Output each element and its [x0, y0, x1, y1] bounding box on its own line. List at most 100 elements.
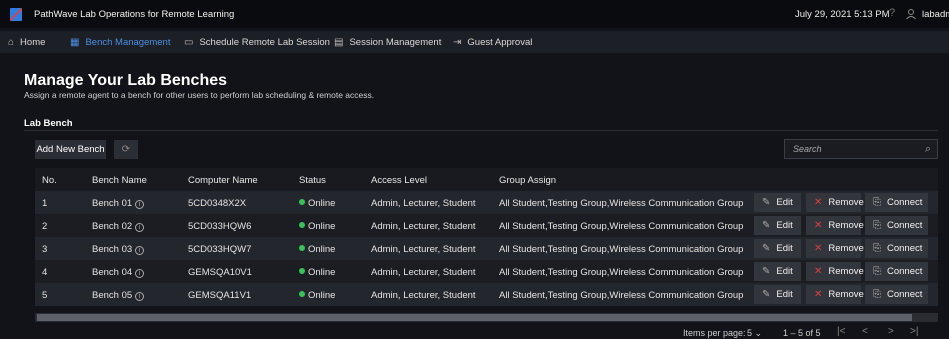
horizontal-scrollbar[interactable]	[35, 313, 938, 322]
nav-item-label: Guest Approval	[467, 36, 533, 48]
cell-access-level: Admin, Lecturer, Student	[371, 198, 476, 209]
page-range-label: 1 – 5 of 5	[783, 328, 821, 338]
cell-access-level: Admin, Lecturer, Student	[371, 267, 476, 278]
info-icon[interactable]: i	[135, 292, 145, 301]
nav-bar: ⌂ Home ▦ Bench Management ▭ Schedule Rem…	[0, 31, 949, 53]
edit-button[interactable]: ✎ Edit	[754, 239, 801, 258]
nav-item-bench-management[interactable]: ▦ Bench Management	[70, 31, 170, 53]
cell-group-assign: All Student,Testing Group,Wireless Commu…	[499, 290, 744, 301]
items-per-page-select[interactable]: 5 ⌄	[747, 328, 762, 339]
help-icon[interactable]: ?	[889, 7, 895, 19]
remove-button[interactable]: ✕ Remove	[806, 193, 864, 212]
cell-bench-name: Bench 04 i	[92, 267, 145, 278]
refresh-button[interactable]: ⟳	[114, 140, 138, 159]
user-name[interactable]: labadmin	[922, 9, 949, 20]
remove-button[interactable]: ✕ Remove	[806, 239, 864, 258]
next-page-icon[interactable]: >	[888, 326, 894, 337]
cell-status: Online	[299, 290, 335, 301]
cell-computer-name: 5CD033HQW7	[188, 244, 252, 255]
table-row: 5 Bench 05 i GEMSQA11V1 Online Admin, Lec…	[35, 283, 938, 306]
home-icon: ⌂	[8, 36, 15, 48]
session-icon: ▤	[334, 36, 344, 48]
online-status-icon	[299, 268, 305, 274]
edit-button[interactable]: ✎ Edit	[754, 193, 801, 212]
section-divider	[24, 130, 938, 131]
connect-icon: ⎘	[873, 266, 881, 277]
guest-icon: ⇥	[453, 36, 462, 48]
add-new-bench-button[interactable]: Add New Bench	[35, 140, 106, 159]
nav-item-home[interactable]: ⌂ Home	[8, 31, 45, 53]
remove-icon: ✕	[814, 220, 823, 231]
info-icon[interactable]: i	[135, 246, 145, 255]
nav-item-session-management[interactable]: ▤ Session Management	[334, 31, 441, 53]
edit-button[interactable]: ✎ Edit	[754, 285, 801, 304]
last-page-icon[interactable]: >|	[910, 326, 918, 337]
connect-button[interactable]: ⎘ Connect	[865, 216, 928, 235]
info-icon[interactable]: i	[135, 269, 145, 278]
connect-button[interactable]: ⎘ Connect	[865, 239, 928, 258]
edit-button[interactable]: ✎ Edit	[754, 262, 801, 281]
connect-icon: ⎘	[873, 220, 881, 231]
pencil-icon: ✎	[762, 197, 771, 208]
cell-bench-name: Bench 03 i	[92, 244, 145, 255]
connect-button[interactable]: ⎘ Connect	[865, 262, 928, 281]
edit-button[interactable]: ✎ Edit	[754, 216, 801, 235]
search-icon[interactable]: ⌕	[925, 143, 931, 156]
table-header: No. Bench Name Computer Name Status Acce…	[35, 168, 938, 191]
column-header: Status	[299, 175, 326, 186]
section-label: Lab Bench	[24, 118, 73, 129]
remove-icon: ✕	[814, 197, 823, 208]
nav-item-schedule[interactable]: ▭ Schedule Remote Lab Session	[184, 31, 330, 53]
cell-no: 2	[42, 221, 48, 232]
nav-item-label: Session Management	[349, 36, 442, 48]
cell-bench-name: Bench 02 i	[92, 221, 145, 232]
cell-status: Online	[299, 244, 335, 255]
cell-bench-name: Bench 01 i	[92, 198, 145, 209]
table-row: 2 Bench 02 i 5CD033HQW6 Online Admin, Lec…	[35, 214, 938, 237]
column-header: Bench Name	[92, 175, 147, 186]
app-title: PathWave Lab Operations for Remote Learn…	[34, 8, 235, 20]
pencil-icon: ✎	[762, 289, 771, 300]
column-header: Computer Name	[188, 175, 258, 186]
connect-icon: ⎘	[873, 289, 881, 300]
remove-button[interactable]: ✕ Remove	[806, 216, 864, 235]
remove-button[interactable]: ✕ Remove	[806, 262, 864, 281]
scrollbar-thumb[interactable]	[37, 314, 912, 321]
nav-item-guest-approval[interactable]: ⇥ Guest Approval	[453, 31, 532, 53]
table-row: 1 Bench 01 i 5CD0348X2X Online Admin, Lec…	[35, 191, 938, 214]
cell-status: Online	[299, 198, 335, 209]
column-header: Group Assign	[499, 175, 557, 186]
bench-table: No. Bench Name Computer Name Status Acce…	[35, 168, 938, 306]
table-row: 3 Bench 03 i 5CD033HQW7 Online Admin, Lec…	[35, 237, 938, 260]
nav-item-label: Home	[20, 36, 46, 48]
table-row: 4 Bench 04 i GEMSQA10V1 Online Admin, Lec…	[35, 260, 938, 283]
datetime-label: July 29, 2021 5:13 PM	[795, 9, 890, 20]
column-header: Access Level	[371, 175, 427, 186]
cell-computer-name: 5CD0348X2X	[188, 198, 247, 209]
previous-page-icon[interactable]: <	[862, 326, 868, 337]
cell-group-assign: All Student,Testing Group,Wireless Commu…	[499, 244, 744, 255]
search-input[interactable]	[785, 140, 915, 158]
info-icon[interactable]: i	[135, 200, 145, 209]
cell-computer-name: GEMSQA10V1	[188, 267, 252, 278]
nav-item-label: Schedule Remote Lab Session	[199, 36, 330, 48]
bench-icon: ▦	[70, 36, 80, 48]
online-status-icon	[299, 222, 305, 228]
cell-access-level: Admin, Lecturer, Student	[371, 244, 476, 255]
cell-access-level: Admin, Lecturer, Student	[371, 290, 476, 301]
connect-button[interactable]: ⎘ Connect	[865, 193, 928, 212]
info-icon[interactable]: i	[135, 223, 145, 232]
pencil-icon: ✎	[762, 243, 771, 254]
nav-item-label: Bench Management	[85, 36, 171, 48]
first-page-icon[interactable]: |<	[837, 326, 845, 337]
remove-button[interactable]: ✕ Remove	[806, 285, 864, 304]
cell-status: Online	[299, 267, 335, 278]
cell-no: 3	[42, 244, 48, 255]
column-header: No.	[42, 175, 57, 186]
user-icon[interactable]	[905, 8, 917, 20]
connect-button[interactable]: ⎘ Connect	[865, 285, 928, 304]
page-title: Manage Your Lab Benches	[24, 72, 228, 89]
cell-group-assign: All Student,Testing Group,Wireless Commu…	[499, 198, 744, 209]
online-status-icon	[299, 199, 305, 205]
chevron-down-icon: ⌄	[754, 328, 763, 338]
